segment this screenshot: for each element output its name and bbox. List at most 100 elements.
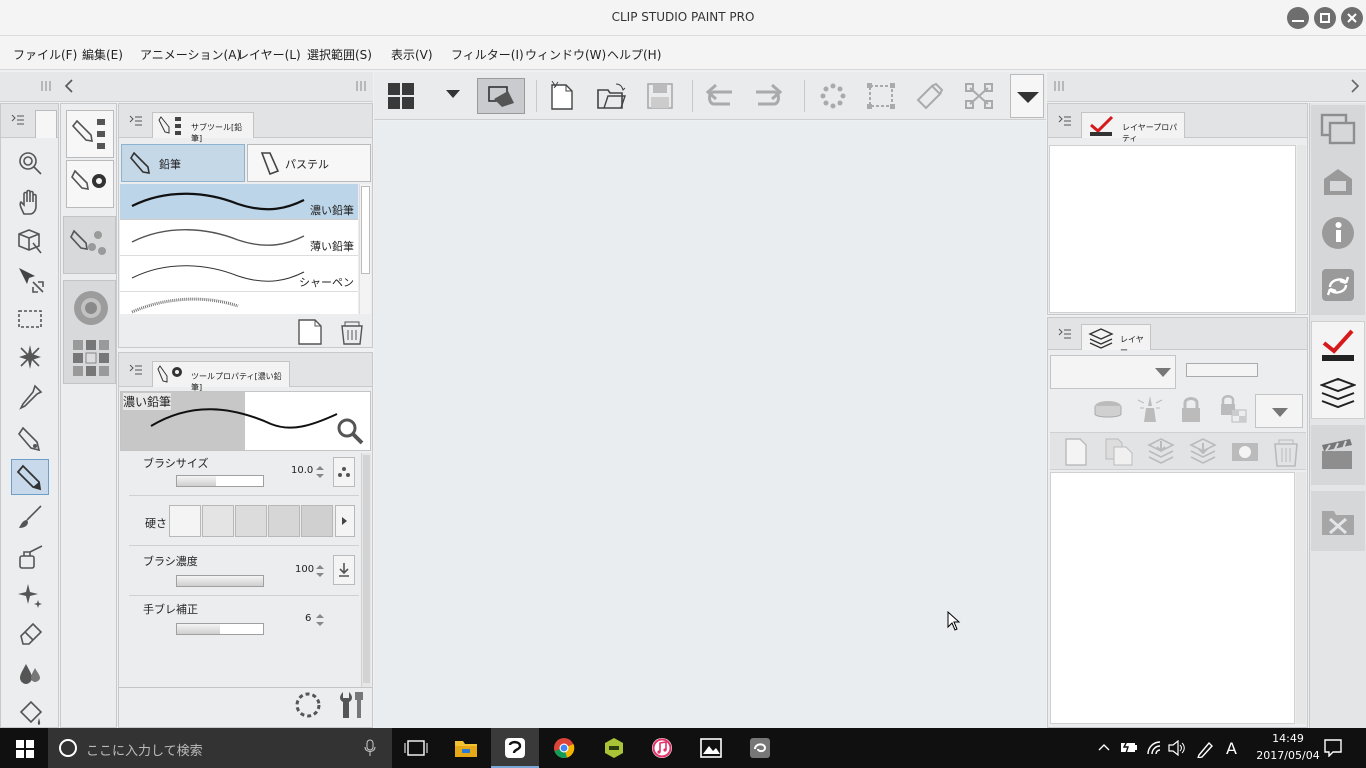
layers-icon[interactable] (1320, 375, 1356, 411)
property-scrollbar[interactable] (361, 453, 371, 687)
color-wheel-icon[interactable] (72, 289, 110, 327)
material-icon[interactable] (1320, 503, 1356, 539)
redo-icon[interactable] (752, 82, 784, 110)
clip-studio-button[interactable] (477, 78, 525, 114)
new-subtool-icon[interactable] (297, 318, 323, 346)
spinner-icon[interactable] (315, 463, 325, 481)
taskbar-clip-studio-paint[interactable] (491, 728, 539, 768)
file-explorer-icon[interactable] (454, 738, 478, 758)
clip-lower-layer-icon[interactable] (1092, 396, 1124, 424)
tab-subtool[interactable]: サブツール[鉛筆] (152, 112, 254, 143)
tab-tool[interactable] (35, 110, 57, 138)
layer-property-icon[interactable] (1320, 327, 1356, 363)
brush-list-scrollbar[interactable] (359, 184, 371, 314)
menu-animation[interactable]: アニメーション(A) (140, 46, 241, 63)
brush-item-partial[interactable] (120, 292, 358, 314)
undo-icon[interactable] (704, 82, 736, 110)
brush-size-value[interactable]: 10.0 (291, 465, 313, 476)
menu-help[interactable]: ヘルプ(H) (607, 46, 661, 63)
sub-view-icon[interactable] (1320, 165, 1356, 199)
pen-workspace-icon[interactable] (1196, 740, 1214, 758)
new-file-icon[interactable] (548, 81, 576, 111)
dropdown-arrow-icon[interactable] (446, 90, 460, 100)
decoration-icon[interactable] (15, 580, 45, 610)
move-layer-icon[interactable] (15, 264, 45, 294)
hardness-swatch[interactable] (235, 505, 267, 537)
info-icon[interactable] (1320, 215, 1356, 251)
sub-tool-detail-icon[interactable] (337, 688, 367, 720)
scrollbar-thumb[interactable] (361, 186, 370, 274)
menu-file[interactable]: ファイル(F) (13, 46, 77, 63)
fill-selection-icon[interactable] (914, 82, 944, 110)
show-hidden-icons-icon[interactable] (1098, 742, 1110, 752)
chrome-icon[interactable] (553, 737, 575, 759)
menu-filter[interactable]: フィルター(I) (451, 46, 524, 63)
command-bar-more-button[interactable] (1010, 74, 1044, 118)
opacity-field[interactable] (1186, 363, 1258, 377)
fill-icon[interactable] (15, 698, 45, 728)
windows-start-icon[interactable] (16, 740, 34, 758)
blend-icon[interactable] (15, 658, 45, 688)
history-icon[interactable] (1320, 267, 1356, 303)
menu-layer[interactable]: レイヤー(L) (237, 46, 301, 63)
brush-icon[interactable] (15, 502, 45, 532)
brush-density-pressure-button[interactable] (333, 555, 355, 585)
lock-layer-icon[interactable] (1178, 394, 1204, 424)
itunes-icon[interactable] (651, 737, 673, 759)
transfer-layer-icon[interactable] (1146, 437, 1176, 467)
brush-density-value[interactable]: 100 (295, 564, 314, 575)
task-view-icon[interactable] (404, 740, 428, 756)
close-button[interactable] (1341, 7, 1363, 29)
spinner-icon[interactable] (315, 611, 325, 629)
microphone-icon[interactable] (364, 739, 376, 757)
spinner-icon[interactable] (315, 562, 325, 580)
collapse-right-icon[interactable] (1349, 78, 1361, 94)
menu-view[interactable]: 表示(V) (391, 46, 433, 63)
grip-icon[interactable] (40, 80, 54, 92)
hand-icon[interactable] (15, 188, 45, 218)
maximize-button[interactable] (1314, 7, 1336, 29)
preview-zoom-icon[interactable] (335, 416, 365, 446)
group-pencil-button[interactable]: 鉛筆 (121, 144, 245, 182)
stabilization-value[interactable]: 6 (305, 613, 311, 624)
navigator-icon[interactable] (1320, 113, 1356, 147)
new-vector-layer-icon[interactable] (1104, 437, 1134, 467)
panel-menu-icon[interactable] (1058, 328, 1072, 340)
subtool-group-secondary[interactable] (63, 216, 116, 274)
menu-selection[interactable]: 選択範囲(S) (307, 46, 372, 63)
color-set-icon[interactable] (72, 339, 110, 377)
wifi-icon[interactable] (1146, 740, 1164, 756)
auto-select-icon[interactable] (15, 342, 45, 372)
delete-layer-icon[interactable] (1272, 436, 1300, 468)
brush-size-pressure-button[interactable] (333, 457, 355, 487)
delete-subtool-icon[interactable] (339, 318, 365, 346)
pencil-tool-button[interactable] (11, 459, 49, 495)
menu-edit[interactable]: 編集(E) (82, 46, 123, 63)
panel-menu-icon[interactable] (11, 114, 25, 126)
volume-icon[interactable] (1168, 740, 1186, 756)
panel-menu-icon[interactable] (129, 364, 143, 376)
open-folder-icon[interactable] (596, 82, 626, 110)
reset-icon[interactable] (293, 690, 323, 720)
blend-mode-select[interactable] (1050, 355, 1176, 389)
group-pastel-button[interactable]: パステル (247, 144, 371, 182)
transform-icon[interactable] (964, 82, 994, 110)
battery-icon[interactable] (1120, 740, 1138, 754)
canvas-area[interactable] (374, 121, 1046, 728)
reference-layer-icon[interactable] (1136, 394, 1164, 424)
brush-item-light-pencil[interactable]: 薄い鉛筆 (120, 220, 358, 256)
hardness-swatch[interactable] (268, 505, 300, 537)
hardness-swatch[interactable] (202, 505, 234, 537)
tab-tool-property[interactable]: ツールプロパティ[濃い鉛筆] (152, 361, 290, 392)
new-raster-layer-icon[interactable] (1062, 437, 1090, 467)
collapse-left-icon[interactable] (63, 78, 75, 94)
pencil-group-button[interactable] (66, 110, 114, 158)
brush-item-mechanical-pencil[interactable]: シャーペン (120, 256, 358, 292)
layer-mask-icon[interactable] (1230, 437, 1260, 467)
eraser-icon[interactable] (15, 620, 45, 650)
app-hexagon-icon[interactable] (603, 737, 625, 759)
photos-icon[interactable] (700, 737, 722, 759)
object-icon[interactable] (15, 226, 45, 256)
canvas-layout-icon[interactable] (388, 83, 414, 109)
save-icon[interactable] (646, 82, 674, 110)
